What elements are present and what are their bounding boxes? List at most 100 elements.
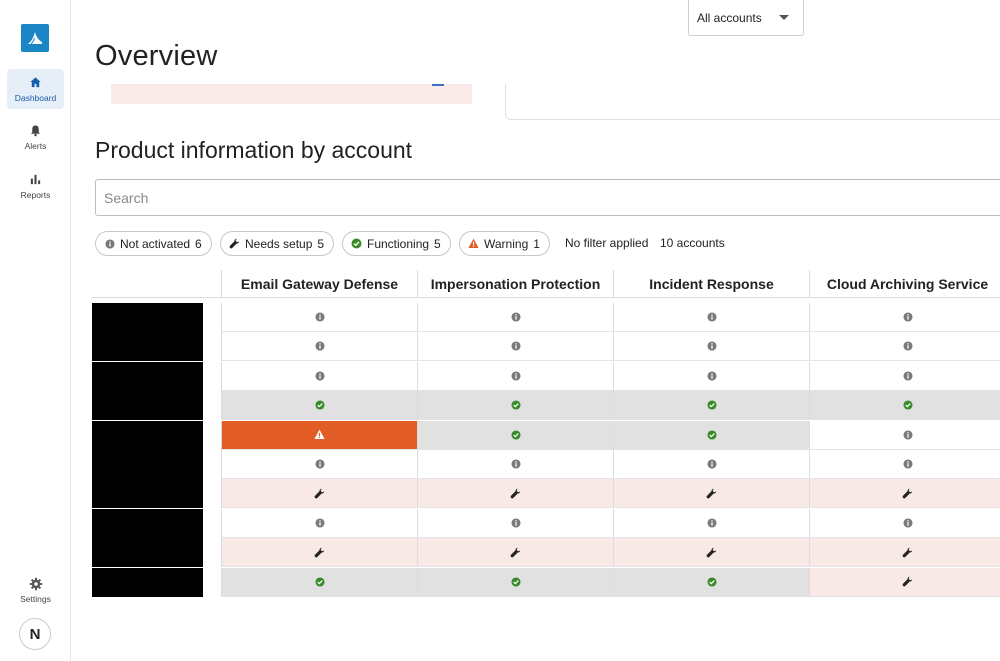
status-cell[interactable]: [417, 479, 613, 509]
status-cell[interactable]: [613, 332, 809, 362]
status-cell[interactable]: [221, 391, 417, 421]
filter-chip-functioning[interactable]: Functioning 5: [342, 231, 451, 256]
chip-label: Warning: [484, 236, 529, 251]
info-icon: [314, 459, 325, 470]
column-header[interactable]: Impersonation Protection: [417, 270, 613, 298]
status-cell[interactable]: [417, 508, 613, 538]
table-row[interactable]: [92, 508, 1000, 538]
wrench-icon: [902, 547, 913, 558]
filter-chip-needs-setup[interactable]: Needs setup 5: [220, 231, 335, 256]
status-cell[interactable]: [613, 391, 809, 421]
table-row[interactable]: [92, 538, 1000, 568]
status-cell[interactable]: [613, 567, 809, 597]
status-cell[interactable]: [613, 538, 809, 568]
status-cell[interactable]: [417, 391, 613, 421]
status-cell[interactable]: [417, 567, 613, 597]
nav-item-reports[interactable]: Reports: [7, 166, 64, 206]
user-avatar[interactable]: N: [19, 618, 51, 650]
check-circle-icon: [314, 400, 325, 411]
nav-item-dashboard[interactable]: Dashboard: [7, 69, 64, 109]
status-cell[interactable]: [417, 420, 613, 450]
table-row[interactable]: [92, 361, 1000, 391]
status-cell[interactable]: [221, 420, 417, 450]
table-row[interactable]: [92, 332, 1000, 362]
table-row[interactable]: [92, 391, 1000, 421]
nav-item-alerts[interactable]: Alerts: [7, 117, 64, 157]
filter-chip-warning[interactable]: Warning 1: [459, 231, 550, 256]
table-row[interactable]: [92, 420, 1000, 450]
info-icon: [314, 517, 325, 528]
info-icon: [314, 312, 325, 323]
wrench-icon: [314, 488, 325, 499]
column-header[interactable]: Email Gateway Defense: [221, 270, 417, 298]
account-name-redacted: [92, 538, 203, 568]
status-cell[interactable]: [221, 479, 417, 509]
status-cell[interactable]: [417, 332, 613, 362]
status-cell[interactable]: [613, 303, 809, 332]
status-cell[interactable]: [221, 332, 417, 362]
status-cell[interactable]: [809, 567, 1000, 597]
status-cell[interactable]: [809, 361, 1000, 391]
column-header[interactable]: Incident Response: [613, 270, 809, 298]
wrench-icon: [510, 488, 521, 499]
status-cell[interactable]: [221, 567, 417, 597]
status-cell[interactable]: [809, 508, 1000, 538]
nav-item-settings[interactable]: Settings: [7, 570, 64, 610]
chip-count: 5: [317, 236, 325, 251]
account-name-redacted: [92, 479, 203, 509]
info-icon: [510, 370, 521, 381]
status-cell[interactable]: [809, 303, 1000, 332]
chip-count: 5: [434, 236, 441, 251]
wrench-icon: [510, 547, 521, 558]
status-cell[interactable]: [809, 420, 1000, 450]
search-input[interactable]: [95, 179, 1000, 216]
status-cell[interactable]: [613, 479, 809, 509]
account-select[interactable]: All accounts: [688, 0, 804, 36]
page-title: Overview: [95, 40, 218, 72]
check-circle-icon: [314, 576, 325, 587]
status-cell[interactable]: [809, 479, 1000, 509]
status-cell[interactable]: [613, 450, 809, 479]
info-icon: [902, 312, 913, 323]
table-row[interactable]: [92, 303, 1000, 332]
status-cell[interactable]: [613, 361, 809, 391]
app-window: Dashboard Alerts Reports Settings N All …: [0, 0, 1000, 661]
nav-label-alerts: Alerts: [24, 140, 47, 151]
status-cell[interactable]: [221, 450, 417, 479]
status-cell[interactable]: [613, 420, 809, 450]
status-cell[interactable]: [221, 361, 417, 391]
account-name-redacted: [92, 450, 203, 479]
status-cell[interactable]: [221, 303, 417, 332]
info-icon: [706, 341, 717, 352]
info-icon: [706, 312, 717, 323]
status-cell[interactable]: [417, 538, 613, 568]
check-circle-icon: [706, 400, 717, 411]
table-row[interactable]: [92, 450, 1000, 479]
nav-label-reports: Reports: [20, 189, 51, 200]
info-icon: [706, 517, 717, 528]
status-cell[interactable]: [221, 538, 417, 568]
status-cell[interactable]: [417, 303, 613, 332]
account-name-redacted: [92, 303, 203, 332]
brand-logo[interactable]: [21, 24, 49, 52]
account-name-redacted: [92, 391, 203, 421]
status-cell[interactable]: [417, 450, 613, 479]
status-cell[interactable]: [809, 538, 1000, 568]
status-cell[interactable]: [809, 391, 1000, 421]
table-row[interactable]: [92, 479, 1000, 509]
column-header[interactable]: Cloud Archiving Service: [809, 270, 1000, 298]
info-icon: [902, 370, 913, 381]
info-icon: [510, 517, 521, 528]
section-title: Product information by account: [95, 137, 413, 163]
wrench-icon: [902, 488, 913, 499]
status-cell[interactable]: [417, 361, 613, 391]
status-cell[interactable]: [809, 332, 1000, 362]
chip-label: Needs setup: [245, 236, 313, 251]
status-cell[interactable]: [809, 450, 1000, 479]
table-row[interactable]: [92, 567, 1000, 597]
home-icon: [29, 76, 43, 90]
status-cell[interactable]: [613, 508, 809, 538]
status-cell[interactable]: [221, 508, 417, 538]
account-name-redacted: [92, 420, 203, 450]
filter-chip-not-activated[interactable]: Not activated 6: [95, 231, 212, 256]
